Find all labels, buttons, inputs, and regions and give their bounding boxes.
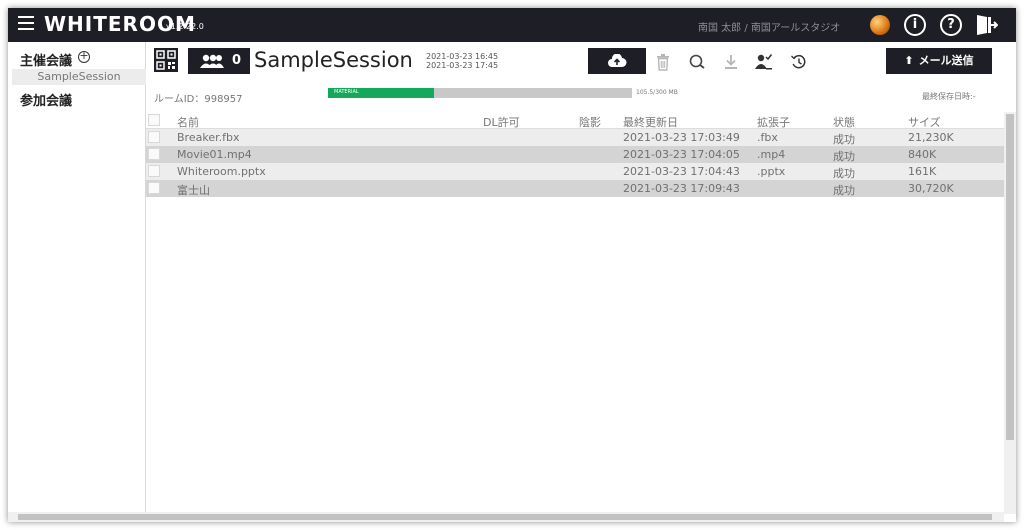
session-title: SampleSession xyxy=(254,48,413,72)
avatar[interactable] xyxy=(870,15,890,35)
column-header-name[interactable]: 名前 xyxy=(177,114,199,130)
horizontal-scroll-thumb[interactable] xyxy=(18,514,992,520)
sidebar-joined-meetings[interactable]: 参加会議 xyxy=(20,90,72,109)
top-bar: WHITEROOM v1.2.22.0 南国 太郎 / 南国アールスタジオ i … xyxy=(8,8,1016,42)
column-header-size[interactable]: サイズ xyxy=(908,114,941,130)
row-checkbox[interactable] xyxy=(148,131,160,143)
history-icon[interactable] xyxy=(790,53,808,71)
room-id: ルームID：998957 xyxy=(154,94,243,105)
file-size: 161K xyxy=(908,165,937,178)
users-icon xyxy=(200,54,224,68)
table-row[interactable]: 富士山 2021-03-23 17:09:43 成功 30,720K xyxy=(146,180,1004,197)
info-icon[interactable]: i xyxy=(904,14,926,36)
arrow-up-icon: ⬆ xyxy=(904,54,914,67)
send-mail-button[interactable]: ⬆ メール送信 xyxy=(886,48,992,74)
app-window: WHITEROOM v1.2.22.0 南国 太郎 / 南国アールスタジオ i … xyxy=(8,8,1016,522)
file-ext: .fbx xyxy=(757,131,778,144)
vertical-scrollbar[interactable] xyxy=(1004,112,1016,514)
file-updated: 2021-03-23 17:04:43 xyxy=(623,165,740,178)
vertical-scroll-thumb[interactable] xyxy=(1006,114,1014,440)
app-version: v1.2.22.0 xyxy=(166,22,204,31)
session-start-time: 2021-03-23 16:45 xyxy=(426,52,499,61)
members-count: 0 xyxy=(232,53,242,68)
file-name: 富士山 xyxy=(177,184,210,197)
upload-button[interactable] xyxy=(588,48,646,74)
file-ext: .mp4 xyxy=(757,148,786,161)
user-check-icon[interactable] xyxy=(754,53,772,71)
file-updated: 2021-03-23 17:04:05 xyxy=(623,148,740,161)
storage-progress-fill: MATERIAL xyxy=(328,88,435,98)
column-header-shadow[interactable]: 陰影 xyxy=(579,114,601,130)
table-row[interactable]: Breaker.fbx 2021-03-23 17:03:49 .fbx 成功 … xyxy=(146,129,1004,146)
add-meeting-icon[interactable]: + xyxy=(78,50,90,63)
session-end-time: 2021-03-23 17:45 xyxy=(426,61,499,70)
row-checkbox[interactable] xyxy=(148,182,160,194)
file-updated: 2021-03-23 17:03:49 xyxy=(623,131,740,144)
file-updated: 2021-03-23 17:09:43 xyxy=(623,182,740,195)
file-name: Movie01.mp4 xyxy=(177,148,252,161)
file-size: 21,230K xyxy=(908,131,954,144)
sidebar-host-meetings[interactable]: 主催会議 xyxy=(20,50,72,69)
column-header-updated[interactable]: 最終更新日 xyxy=(623,114,678,130)
file-size: 30,720K xyxy=(908,182,954,195)
sidebar: 主催会議 + SampleSession 参加会議 xyxy=(8,42,146,522)
sidebar-item-session[interactable]: SampleSession xyxy=(12,69,146,85)
help-icon[interactable]: ? xyxy=(940,14,962,36)
cloud-upload-icon xyxy=(608,54,627,67)
file-status: 成功 xyxy=(833,150,855,163)
file-status: 成功 xyxy=(833,167,855,180)
user-name: 南国 太郎 / 南国アールスタジオ xyxy=(698,23,841,34)
search-icon[interactable] xyxy=(688,53,706,71)
file-name: Breaker.fbx xyxy=(177,131,240,144)
column-header-dl[interactable]: DL許可 xyxy=(483,114,520,130)
table-header: 名前 DL許可 陰影 最終更新日 拡張子 状態 サイズ xyxy=(146,112,1004,129)
table-row[interactable]: Movie01.mp4 2021-03-23 17:04:05 .mp4 成功 … xyxy=(146,146,1004,163)
trash-icon[interactable] xyxy=(654,53,672,71)
file-status: 成功 xyxy=(833,184,855,197)
column-header-status[interactable]: 状態 xyxy=(833,114,855,130)
send-mail-label: メール送信 xyxy=(918,54,974,67)
menu-icon[interactable] xyxy=(18,16,34,32)
file-ext: .pptx xyxy=(757,165,786,178)
download-icon[interactable] xyxy=(722,53,740,71)
column-header-ext[interactable]: 拡張子 xyxy=(757,114,790,130)
row-checkbox[interactable] xyxy=(148,148,160,160)
storage-label: MATERIAL xyxy=(334,89,359,95)
last-saved: 最終保存日時:- xyxy=(922,92,976,101)
file-table: 名前 DL許可 陰影 最終更新日 拡張子 状態 サイズ Breaker.fbx … xyxy=(146,112,1004,197)
storage-usage-text: 105.5/300 MB xyxy=(636,89,678,96)
file-name: Whiteroom.pptx xyxy=(177,165,266,178)
file-size: 840K xyxy=(908,148,937,161)
qr-code-icon[interactable] xyxy=(154,48,178,72)
file-status: 成功 xyxy=(833,133,855,146)
select-all-checkbox[interactable] xyxy=(148,114,160,126)
storage-progress-bar: MATERIAL xyxy=(328,88,632,98)
table-row[interactable]: Whiteroom.pptx 2021-03-23 17:04:43 .pptx… xyxy=(146,163,1004,180)
row-checkbox[interactable] xyxy=(148,165,160,177)
logout-icon[interactable] xyxy=(974,14,998,36)
members-button[interactable]: 0 xyxy=(188,48,250,74)
horizontal-scrollbar[interactable] xyxy=(8,512,1004,522)
